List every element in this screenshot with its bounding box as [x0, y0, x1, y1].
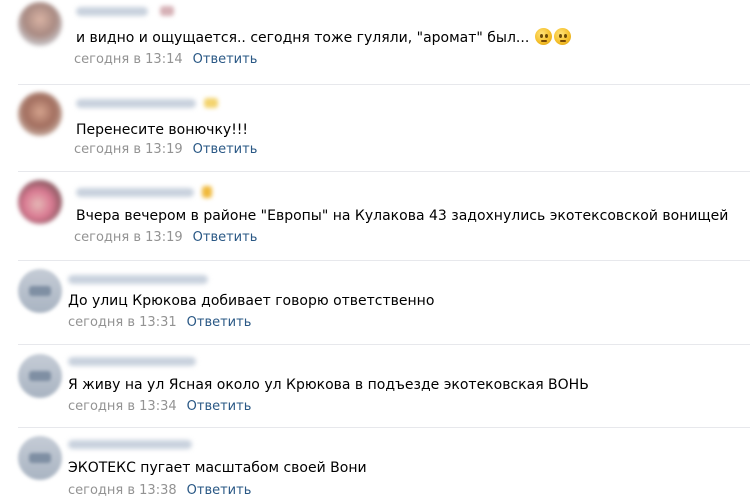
author-name-blurred[interactable] — [76, 7, 148, 16]
reply-button[interactable]: Ответить — [187, 399, 252, 414]
comment-item: ЭКОТЕКС пугает масштабом своей Вони сего… — [0, 428, 750, 500]
reply-button[interactable]: Ответить — [193, 52, 258, 67]
comment-date[interactable]: сегодня в 13:31 — [68, 315, 177, 330]
reply-button[interactable]: Ответить — [193, 142, 258, 157]
comment-meta: сегодня в 13:38 Ответить — [68, 483, 251, 499]
reply-button[interactable]: Ответить — [187, 483, 252, 498]
comment-meta: сегодня в 13:31 Ответить — [68, 315, 251, 331]
author-name-blurred[interactable] — [68, 357, 196, 366]
avatar[interactable] — [18, 354, 62, 398]
comment-text: Перенесите вонючку!!! — [76, 121, 248, 139]
lock-icon — [202, 186, 212, 198]
avatar[interactable] — [18, 436, 62, 480]
comment-item: Я живу на ул Ясная около ул Крюкова в по… — [0, 345, 750, 427]
comment-text: и видно и ощущается.. сегодня тоже гулял… — [76, 28, 572, 47]
comment-date[interactable]: сегодня в 13:14 — [74, 52, 183, 67]
comment-text-content: ЭКОТЕКС пугает масштабом своей Вони — [68, 460, 367, 476]
author-name-blurred[interactable] — [68, 440, 192, 449]
comment-meta: сегодня в 13:34 Ответить — [68, 399, 251, 415]
comment-text-content: Я живу на ул Ясная около ул Крюкова в по… — [68, 377, 589, 393]
comment-meta: сегодня в 13:19 Ответить — [74, 230, 257, 246]
comment-item: Перенесите вонючку!!! сегодня в 13:19 Отв… — [0, 85, 750, 171]
author-badge-blurred — [204, 98, 218, 108]
comment-text-content: Вчера вечером в районе "Европы" на Кулак… — [76, 208, 729, 224]
author-name-blurred[interactable] — [76, 188, 194, 197]
comment-text-content: и видно и ощущается.. сегодня тоже гулял… — [76, 30, 530, 46]
reply-button[interactable]: Ответить — [187, 315, 252, 330]
author-badge-blurred — [160, 6, 174, 16]
thinking-face-icon — [554, 28, 572, 45]
comment-item: До улиц Крюкова добивает говорю ответств… — [0, 261, 750, 344]
comment-text: Я живу на ул Ясная около ул Крюкова в по… — [68, 376, 589, 394]
avatar[interactable] — [18, 92, 62, 136]
comment-item: Вчера вечером в районе "Европы" на Кулак… — [0, 172, 750, 260]
author-name-blurred[interactable] — [68, 275, 208, 284]
avatar[interactable] — [18, 180, 62, 224]
comment-text-content: Перенесите вонючку!!! — [76, 122, 249, 138]
comment-date[interactable]: сегодня в 13:19 — [74, 230, 183, 245]
avatar[interactable] — [18, 2, 62, 46]
author-name-blurred[interactable] — [76, 99, 196, 108]
comment-date[interactable]: сегодня в 13:38 — [68, 483, 177, 498]
comment-meta: сегодня в 13:19 Ответить — [74, 142, 257, 158]
comment-meta: сегодня в 13:14 Ответить — [74, 52, 257, 68]
thinking-face-icon — [535, 28, 553, 45]
comment-text-content: До улиц Крюкова добивает говорю ответств… — [68, 293, 435, 309]
comment-text: ЭКОТЕКС пугает масштабом своей Вони — [68, 459, 367, 477]
comment-date[interactable]: сегодня в 13:34 — [68, 399, 177, 414]
comment-date[interactable]: сегодня в 13:19 — [74, 142, 183, 157]
comment-text: Вчера вечером в районе "Европы" на Кулак… — [76, 207, 728, 225]
comment-text: До улиц Крюкова добивает говорю ответств… — [68, 292, 434, 310]
avatar[interactable] — [18, 269, 62, 313]
reply-button[interactable]: Ответить — [193, 230, 258, 245]
comment-item: и видно и ощущается.. сегодня тоже гулял… — [0, 0, 750, 84]
